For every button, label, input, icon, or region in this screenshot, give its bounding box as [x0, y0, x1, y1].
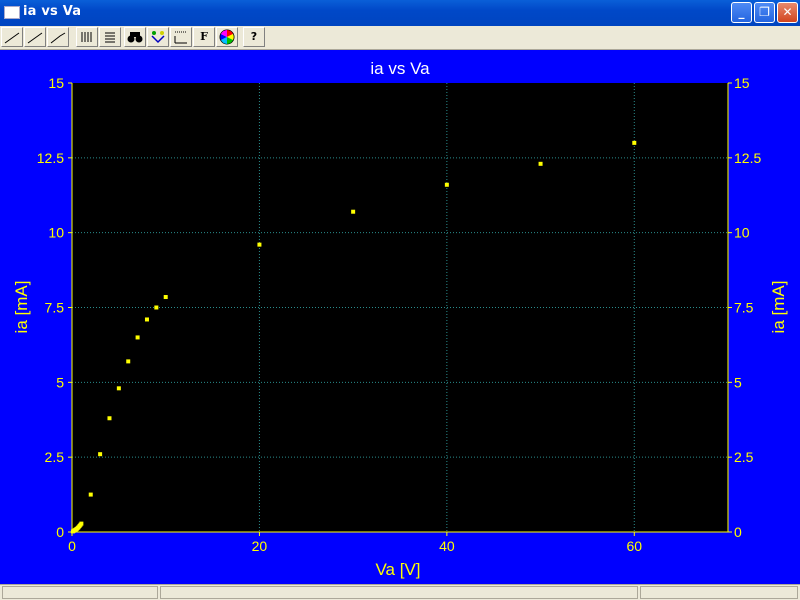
y-axis-label-right: ia [mA]: [769, 281, 788, 334]
filter-icon: [151, 31, 165, 44]
x-tick-label: 60: [626, 538, 642, 554]
data-point: [257, 242, 262, 247]
restore-icon: ❐: [759, 5, 770, 19]
data-point: [116, 386, 121, 391]
toolbar-button-find[interactable]: [124, 27, 146, 47]
y-tick-label-right: 12.5: [734, 150, 761, 166]
data-point: [163, 295, 168, 300]
minimize-icon: _: [738, 5, 745, 19]
y-tick-label-right: 10: [734, 225, 750, 241]
y-tick-label: 10: [48, 225, 64, 241]
title-bar: ia vs Va _ ❐ ✕: [0, 0, 800, 26]
data-point: [154, 305, 159, 310]
data-point: [144, 317, 149, 322]
toolbar-button-line-plot-2[interactable]: [24, 27, 46, 47]
x-tick-label: 40: [439, 538, 455, 554]
close-button[interactable]: ✕: [777, 2, 798, 23]
plot-area: [72, 83, 728, 532]
data-point: [88, 492, 93, 497]
color-wheel-icon: [219, 29, 235, 45]
y-tick-label: 2.5: [45, 449, 65, 465]
toolbar-button-axis-scale[interactable]: [170, 27, 192, 47]
toolbar-button-font[interactable]: F: [193, 27, 215, 47]
data-point: [79, 521, 84, 526]
y-tick-label-right: 2.5: [734, 449, 754, 465]
toolbar-button-line-plot-3[interactable]: [47, 27, 69, 47]
line-plot-icon: [50, 32, 66, 44]
y-tick-label: 0: [56, 524, 64, 540]
toolbar-button-filter[interactable]: [147, 27, 169, 47]
axis-scale-icon: [174, 31, 187, 44]
minimize-button[interactable]: _: [731, 2, 752, 23]
status-pane: [160, 586, 638, 599]
y-tick-label: 12.5: [37, 150, 64, 166]
toolbar-button-bars[interactable]: [76, 27, 98, 47]
list-icon: [105, 32, 115, 43]
close-icon: ✕: [782, 5, 793, 19]
data-point: [538, 161, 543, 166]
status-pane: [2, 586, 158, 599]
plot-panel: 0 0 2.5 2.5 5 5 7.5 7.5 10 10 12.5 12.5 15 15 0 20 40 60 …: [0, 50, 800, 584]
maximize-button[interactable]: ❐: [754, 2, 775, 23]
data-point: [444, 182, 449, 187]
x-tick-label: 20: [252, 538, 268, 554]
data-point: [107, 416, 112, 421]
y-tick-label: 15: [48, 75, 64, 91]
toolbar: F ?: [0, 26, 800, 50]
bars-icon: [81, 32, 92, 42]
y-axis-label: ia [mA]: [12, 281, 31, 334]
y-tick-label-right: 15: [734, 75, 750, 91]
binoculars-icon: [127, 32, 143, 43]
data-point: [126, 359, 131, 364]
x-tick-label: 0: [68, 538, 76, 554]
font-icon: F: [200, 30, 208, 43]
y-tick-label-right: 0: [734, 524, 742, 540]
data-point: [632, 140, 637, 145]
data-point: [135, 335, 140, 340]
help-icon: ?: [250, 30, 258, 43]
status-pane: [640, 586, 798, 599]
line-plot-icon: [27, 32, 43, 44]
status-bar: [0, 584, 800, 600]
y-tick-label-right: 7.5: [734, 300, 754, 316]
y-tick-label-right: 5: [734, 374, 742, 390]
data-point: [351, 209, 356, 214]
toolbar-button-colors[interactable]: [216, 27, 238, 47]
toolbar-button-help[interactable]: ?: [243, 27, 265, 47]
toolbar-button-line-plot[interactable]: [1, 27, 23, 47]
data-point: [98, 452, 103, 457]
toolbar-button-list[interactable]: [99, 27, 121, 47]
y-tick-label: 5: [56, 374, 64, 390]
y-tick-label: 7.5: [45, 300, 65, 316]
chart-title: ia vs Va: [370, 59, 430, 78]
scatter-chart: 0 02.5 2.55 57.5 7.510 1012.5 12.515 150 20 40 60 …: [12, 59, 788, 579]
window-title: ia vs Va: [23, 4, 82, 19]
line-plot-icon: [4, 32, 20, 44]
x-axis-label: Va [V]: [375, 560, 420, 579]
app-icon: [4, 6, 20, 19]
